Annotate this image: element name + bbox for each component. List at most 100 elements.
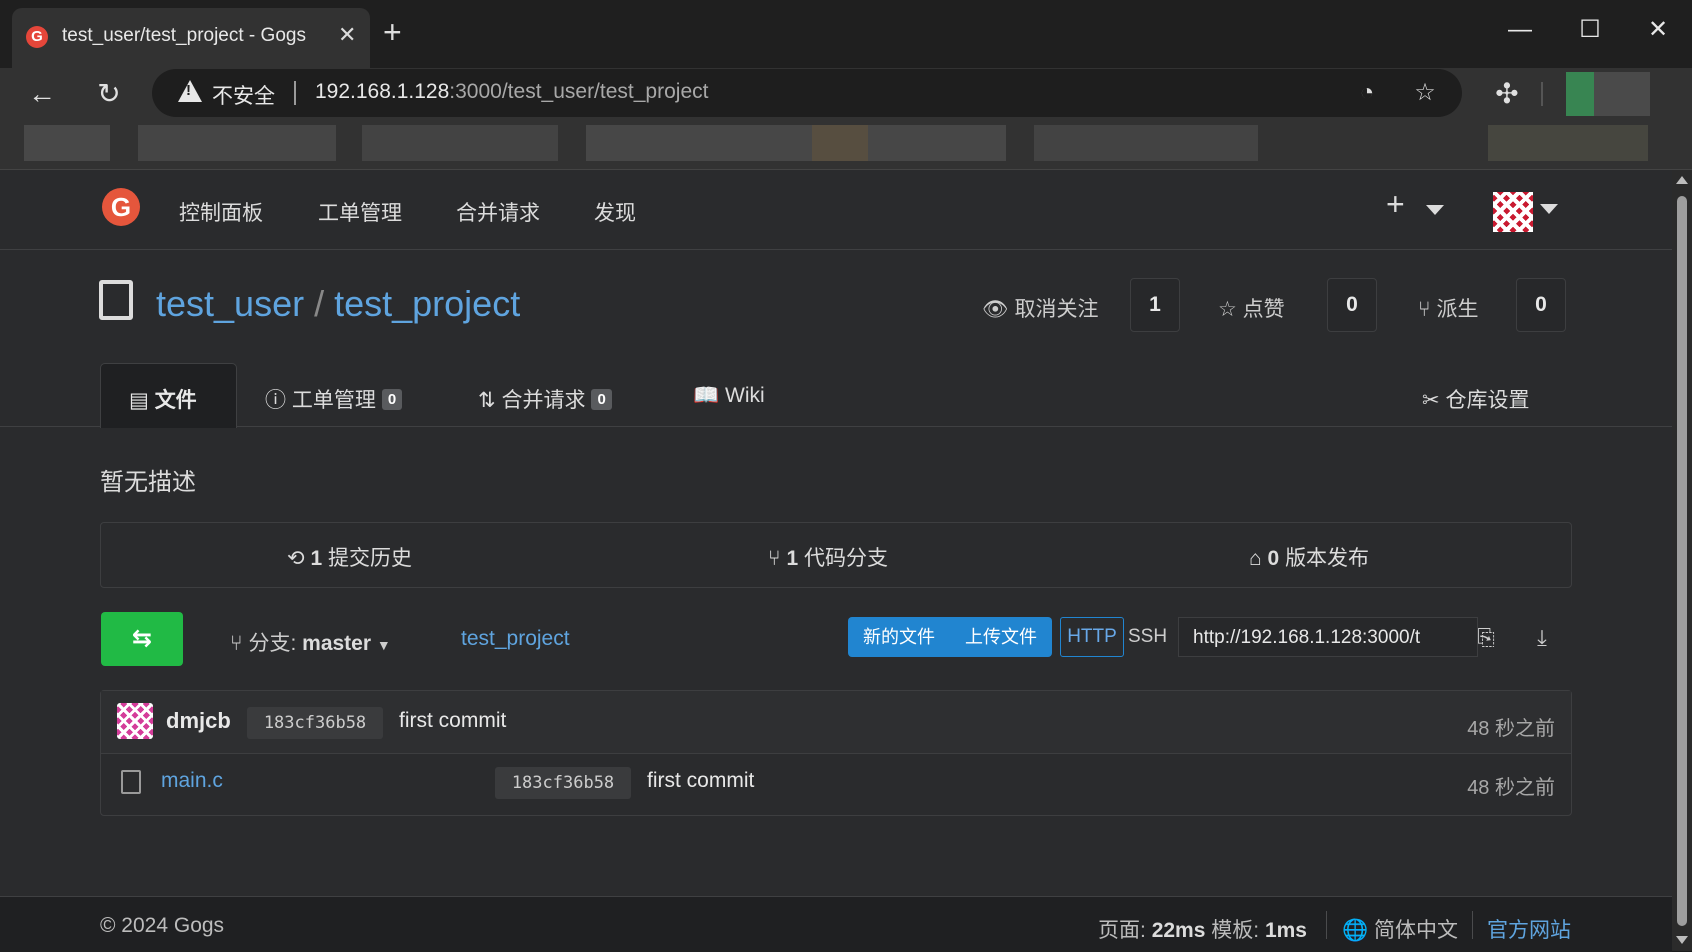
repo-description: 暂无描述 <box>100 469 196 496</box>
page: G 控制面板 工单管理 合并请求 发现 + test_user / test_pro… <box>0 170 1672 952</box>
compare-icon: ⇆ <box>131 625 153 652</box>
bookmark-blurred[interactable] <box>812 125 868 161</box>
bookmark-blurred[interactable] <box>586 125 1006 161</box>
file-text-icon: ▤ <box>129 389 149 412</box>
language-label: 简体中文 <box>1374 919 1458 942</box>
fork-icon: ⑂ <box>1418 298 1431 321</box>
file-name-link[interactable]: main.c <box>161 769 223 793</box>
bookmark-blurred[interactable] <box>1034 125 1258 161</box>
bookmark-blurred[interactable] <box>362 125 558 161</box>
tab-settings[interactable]: ✂ 仓库设置 <box>1422 384 1529 414</box>
tag-icon: ⌂ <box>1249 547 1262 570</box>
commit-sha[interactable]: 183cf36b58 <box>247 707 383 739</box>
branch-icon: ⑂ <box>230 632 243 655</box>
clone-url-input[interactable]: http://192.168.1.128:3000/t <box>1178 617 1478 657</box>
branches-stat[interactable]: ⑂ 1 代码分支 <box>768 542 888 572</box>
commit-author[interactable]: dmjcb <box>166 708 231 734</box>
minimize-icon[interactable]: — <box>1490 10 1550 50</box>
user-dropdown-icon[interactable] <box>1540 204 1558 214</box>
commit-message[interactable]: first commit <box>399 709 506 733</box>
pulls-count-badge: 0 <box>591 389 612 410</box>
http-clone-button[interactable]: HTTP <box>1060 617 1124 657</box>
insecure-label: 不安全 <box>212 85 275 108</box>
ssh-clone-button[interactable]: SSH <box>1128 626 1167 648</box>
path-breadcrumb[interactable]: test_project <box>461 627 570 651</box>
bookmark-blurred[interactable] <box>24 125 110 161</box>
nav-dashboard[interactable]: 控制面板 <box>179 197 263 227</box>
releases-count: 0 <box>1267 547 1280 570</box>
profile-blurred-2 <box>1594 72 1650 116</box>
fork-label: 派生 <box>1436 298 1479 321</box>
tab-pulls[interactable]: ⇅ 合并请求 0 <box>478 384 612 414</box>
top-navbar: G 控制面板 工单管理 合并请求 发现 + <box>0 170 1672 250</box>
browser-tab[interactable]: G test_user/test_project - Gogs ✕ <box>12 8 370 68</box>
file-icon <box>121 770 141 794</box>
bookmarks-bar <box>0 119 1692 169</box>
official-site-link[interactable]: 官方网站 <box>1487 914 1571 944</box>
nav-issues[interactable]: 工单管理 <box>318 197 402 227</box>
nav-pulls[interactable]: 合并请求 <box>456 197 540 227</box>
create-plus-icon[interactable]: + <box>1386 186 1405 223</box>
file-commit-sha[interactable]: 183cf36b58 <box>495 767 631 799</box>
address-bar[interactable]: ! 不安全 192.168.1.128:3000/test_user/test_… <box>152 69 1462 117</box>
repo-name-link[interactable]: test_project <box>334 283 520 324</box>
star-count[interactable]: 0 <box>1327 278 1377 332</box>
tab-wiki[interactable]: 📖 Wiki <box>693 384 765 408</box>
new-tab-icon[interactable]: + <box>383 16 402 48</box>
bookmark-blurred[interactable] <box>138 125 336 161</box>
upload-file-button[interactable]: 上传文件 <box>950 617 1052 657</box>
close-tab-icon[interactable]: ✕ <box>338 22 356 48</box>
copy-clipboard-icon[interactable]: ⎘ <box>1466 618 1506 658</box>
favorite-star-icon[interactable]: ☆ <box>1409 77 1441 109</box>
profile-blurred[interactable] <box>1566 72 1594 116</box>
scroll-down-icon[interactable] <box>1676 936 1688 944</box>
releases-stat[interactable]: ⌂ 0 版本发布 <box>1249 542 1369 572</box>
author-avatar[interactable] <box>117 703 153 739</box>
close-window-icon[interactable]: ✕ <box>1628 10 1688 50</box>
user-avatar[interactable] <box>1493 192 1533 232</box>
gogs-logo-icon[interactable]: G <box>102 188 140 226</box>
tab-pulls-label: 合并请求 <box>501 389 586 412</box>
branch-dropdown[interactable]: ⑂ 分支: master ▼ <box>230 627 391 657</box>
tab-issues[interactable]: ⓘ 工单管理 0 <box>265 384 403 414</box>
watch-button[interactable]: 👁 取消关注 <box>982 293 1099 323</box>
toolbar-divider <box>1541 82 1543 106</box>
commits-stat[interactable]: ⟲ 1 提交历史 <box>287 542 412 572</box>
url-text[interactable]: 192.168.1.128:3000/test_user/test_projec… <box>315 80 708 104</box>
issue-opened-icon: ⓘ <box>265 389 286 412</box>
chevron-down-icon: ▼ <box>376 637 391 653</box>
language-selector[interactable]: 🌐 简体中文 <box>1342 914 1458 944</box>
extensions-icon[interactable]: ✣ <box>1489 76 1525 112</box>
maximize-icon[interactable]: ☐ <box>1560 10 1620 50</box>
eye-icon: 👁 <box>982 298 1009 321</box>
nav-explore[interactable]: 发现 <box>594 197 636 227</box>
compare-branches-button[interactable]: ⇆ <box>101 612 183 666</box>
edge-icon[interactable]: ◔ <box>1351 77 1383 109</box>
file-commit-message[interactable]: first commit <box>647 769 754 793</box>
branch-icon: ⑂ <box>768 547 781 570</box>
watch-label: 取消关注 <box>1014 298 1099 321</box>
scroll-thumb[interactable] <box>1677 196 1687 926</box>
scroll-up-icon[interactable] <box>1676 176 1688 184</box>
page-scrollbar[interactable] <box>1672 170 1692 951</box>
create-dropdown-icon[interactable] <box>1426 205 1444 215</box>
tab-files[interactable]: ▤ 文件 <box>100 363 237 428</box>
watch-count[interactable]: 1 <box>1130 278 1180 332</box>
tab-title: test_user/test_project - Gogs <box>62 25 306 46</box>
new-file-button[interactable]: 新的文件 <box>848 617 950 657</box>
pull-request-icon: ⇅ <box>478 389 496 412</box>
tabs-underline <box>0 426 1672 427</box>
bookmark-blurred[interactable] <box>1488 125 1648 161</box>
fork-count[interactable]: 0 <box>1516 278 1566 332</box>
reload-icon[interactable]: ↻ <box>91 76 127 112</box>
download-icon[interactable]: ⤓ <box>1522 618 1562 658</box>
repo-owner-link[interactable]: test_user <box>156 283 304 324</box>
repo-stats: ⟲ 1 提交历史 ⑂ 1 代码分支 ⌂ 0 版本发布 <box>100 522 1572 588</box>
branches-label: 代码分支 <box>803 547 888 570</box>
star-label: 点赞 <box>1242 298 1285 321</box>
repo-title: test_user / test_project <box>156 283 520 325</box>
branch-prefix: 分支: <box>248 632 297 655</box>
fork-button[interactable]: ⑂ 派生 <box>1418 293 1478 323</box>
star-button[interactable]: ☆ 点赞 <box>1218 293 1285 323</box>
back-icon[interactable]: ← <box>24 76 60 112</box>
